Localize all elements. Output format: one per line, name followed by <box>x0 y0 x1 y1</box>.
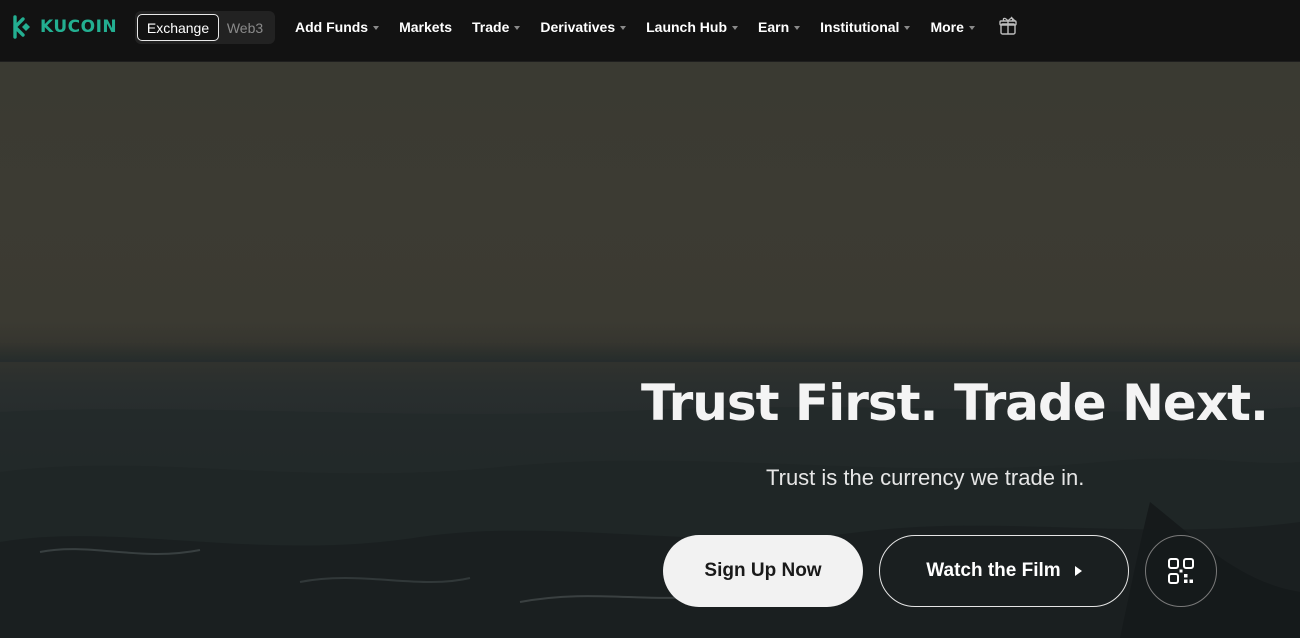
exchange-toggle[interactable]: Exchange <box>137 14 219 41</box>
web3-toggle[interactable]: Web3 <box>219 14 271 41</box>
menu-label: Derivatives <box>540 19 616 35</box>
menu-launch-hub[interactable]: Launch Hub <box>646 19 738 35</box>
hero-headline: Trust First. Trade Next. <box>641 374 1269 432</box>
kucoin-logo-icon <box>13 15 30 39</box>
menu-label: Earn <box>758 19 790 35</box>
chevron-down-icon <box>732 26 738 30</box>
menu-add-funds[interactable]: Add Funds <box>295 19 380 35</box>
horizon-shade <box>0 342 1300 362</box>
sign-up-button[interactable]: Sign Up Now <box>663 535 863 607</box>
gift-icon[interactable] <box>997 15 1019 37</box>
chevron-down-icon <box>373 26 380 30</box>
chevron-down-icon <box>514 26 521 30</box>
brand-name: KUCOIN <box>40 17 118 37</box>
hero-subheadline: Trust is the currency we trade in. <box>766 465 1085 490</box>
menu-more[interactable]: More <box>930 19 975 35</box>
menu-trade[interactable]: Trade <box>472 19 521 35</box>
menu-label: More <box>930 19 964 35</box>
chevron-down-icon <box>620 26 627 30</box>
menu-earn[interactable]: Earn <box>758 19 801 35</box>
chevron-down-icon <box>968 26 975 30</box>
hero-section: Trust First. Trade Next. Trust is the cu… <box>0 62 1300 638</box>
menu-label: Launch Hub <box>646 19 727 35</box>
chevron-down-icon <box>904 26 911 30</box>
menu-institutional[interactable]: Institutional <box>820 19 911 35</box>
menu-label: Institutional <box>820 19 900 35</box>
play-icon <box>1074 566 1082 576</box>
top-navigation-bar: KUCOIN Exchange Web3 Add Funds Markets T… <box>0 0 1300 62</box>
qr-code-icon <box>1168 558 1194 584</box>
sign-up-label: Sign Up Now <box>704 560 822 581</box>
menu-label: Markets <box>399 19 453 35</box>
qr-code-button[interactable] <box>1145 535 1217 607</box>
menu-derivatives[interactable]: Derivatives <box>540 19 627 35</box>
chevron-down-icon <box>794 26 801 30</box>
brand-logo[interactable]: KUCOIN <box>12 14 117 40</box>
main-menu: Add Funds Markets Trade Derivatives Laun… <box>295 0 995 54</box>
exchange-web3-switch: Exchange Web3 <box>135 11 275 44</box>
watch-film-button[interactable]: Watch the Film <box>879 535 1129 607</box>
menu-markets[interactable]: Markets <box>399 19 452 35</box>
menu-label: Add Funds <box>295 19 369 35</box>
watch-film-label: Watch the Film <box>926 560 1061 581</box>
menu-label: Trade <box>472 19 510 35</box>
